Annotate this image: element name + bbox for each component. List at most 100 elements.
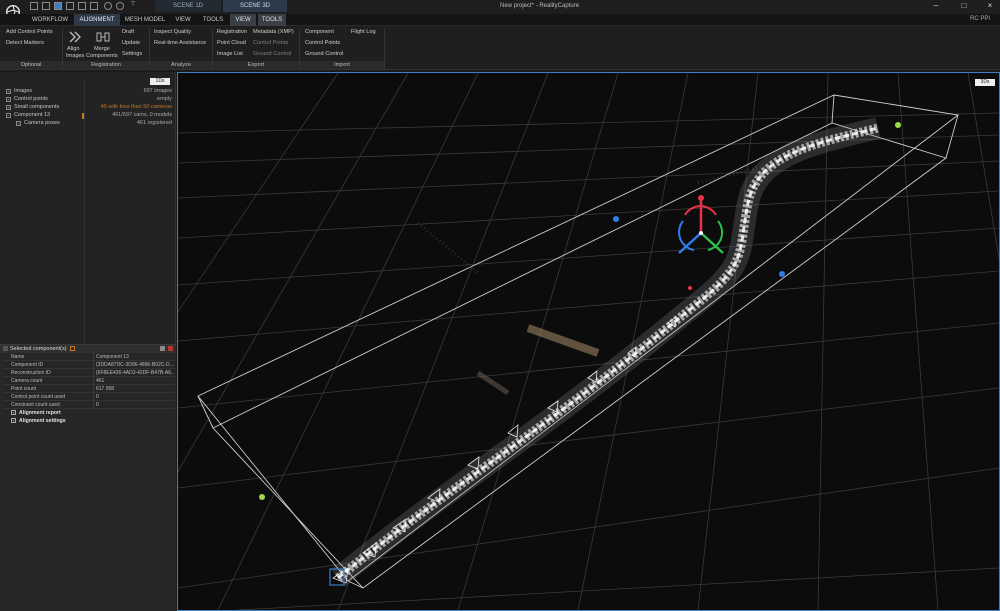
- align-images-icon: [69, 31, 81, 43]
- export-control-points-button[interactable]: Control Points: [253, 40, 288, 46]
- detect-markers-button[interactable]: Detect Markers: [6, 40, 44, 46]
- redo-icon[interactable]: [116, 2, 124, 10]
- layout-6-icon[interactable]: [90, 2, 98, 10]
- expand-icon[interactable]: +: [6, 89, 11, 94]
- group-label-registration: Registration: [63, 61, 149, 69]
- expand-icon[interactable]: +: [16, 121, 21, 126]
- project-tree-panel: 1Ds + Images 697 images + Control points…: [0, 72, 176, 344]
- layout-2-icon[interactable]: [42, 2, 50, 10]
- group-label-import: Import: [300, 61, 384, 69]
- tree-value-warning: 45 with less than 50 cameras: [100, 104, 172, 110]
- prop-value: 0: [96, 402, 99, 408]
- tab-scene-1d[interactable]: SCENE 1D: [155, 0, 221, 12]
- tree-row-control-points[interactable]: + Control points empty: [0, 96, 176, 104]
- close-icon[interactable]: ×: [984, 1, 996, 11]
- export-ground-control-button[interactable]: Ground Control: [253, 51, 291, 57]
- prop-row-control-point-count: Control point count used 0: [3, 393, 175, 401]
- expand-icon[interactable]: +: [6, 97, 11, 102]
- export-image-list-button[interactable]: Image List: [217, 51, 243, 57]
- box-handle-green-2[interactable]: [259, 494, 265, 500]
- scene-canvas[interactable]: [178, 73, 999, 610]
- expand-icon[interactable]: +: [11, 410, 16, 415]
- layout-4-icon[interactable]: [66, 2, 74, 10]
- viewport-mode-badge[interactable]: 3Ds: [975, 79, 995, 86]
- group-label-analyze: Analyze: [150, 61, 212, 69]
- menu-scene-tools[interactable]: TOOLS: [258, 14, 286, 26]
- collapse-icon[interactable]: −: [6, 113, 11, 118]
- scene-3d-viewport[interactable]: 3Ds: [177, 72, 1000, 611]
- prop-value[interactable]: {3DDA87DC-3D96-4896-B02C-D...: [96, 362, 174, 368]
- tree-panel-mode-badge[interactable]: 1Ds: [150, 78, 170, 85]
- selection-marker: [82, 113, 84, 119]
- layout-3-icon[interactable]: [54, 2, 62, 10]
- prop-value: 617 958: [96, 386, 115, 392]
- import-ground-control-button[interactable]: Ground Control: [305, 51, 343, 57]
- menu-bar: WORKFLOW ALIGNMENT MESH MODEL VIEW TOOLS…: [0, 14, 1000, 26]
- settings-button[interactable]: Settings: [122, 51, 142, 57]
- menu-scene-view[interactable]: VIEW: [230, 14, 256, 26]
- prop-value[interactable]: Component 13: [96, 354, 174, 360]
- prop-key: Control point count used: [11, 394, 66, 400]
- export-point-cloud-button[interactable]: Point Cloud: [217, 40, 246, 46]
- tree-row-small-components[interactable]: + Small components 45 with less than 50 …: [0, 104, 176, 112]
- prop-key: Camera count: [11, 378, 43, 384]
- menu-tools[interactable]: TOOLS: [198, 14, 228, 26]
- import-component-button[interactable]: Component: [305, 29, 334, 35]
- expand-icon[interactable]: +: [6, 105, 11, 110]
- section-title: Alignment settings: [19, 418, 66, 424]
- import-control-points-button[interactable]: Control Points: [305, 40, 340, 46]
- prop-key: Name: [11, 354, 25, 360]
- menu-workflow[interactable]: WORKFLOW: [26, 14, 74, 26]
- group-label-optional: Optional: [0, 61, 62, 69]
- prop-value[interactable]: {6F8EE426-4AD3-42DF-B47B-A6...: [96, 370, 174, 376]
- pin-panel-icon[interactable]: [70, 346, 75, 351]
- tree-label: Component 13: [14, 112, 51, 118]
- box-handle-blue-2[interactable]: [779, 271, 785, 277]
- tree-row-camera-poses[interactable]: + Camera poses 461 registered: [0, 120, 176, 128]
- menu-mesh-model[interactable]: MESH MODEL: [122, 14, 168, 26]
- add-control-points-button[interactable]: Add Control Points: [6, 29, 53, 35]
- import-flight-log-button[interactable]: Flight Log: [351, 29, 376, 35]
- expand-icon[interactable]: +: [11, 418, 16, 423]
- merge-components-icon: [96, 32, 110, 42]
- tree-row-images[interactable]: + Images 697 images: [0, 88, 176, 96]
- box-handle-green-1[interactable]: [895, 122, 901, 128]
- tree-row-component-13[interactable]: − Component 13 461/697 cams, 0 models: [0, 112, 176, 120]
- window-title: New project* - RealityCapture: [500, 3, 580, 9]
- draft-button[interactable]: Draft: [122, 29, 134, 35]
- rc-ppi-label: RC PPI: [969, 16, 990, 22]
- reconstruction-region-box[interactable]: [197, 94, 960, 589]
- export-registration-button[interactable]: Registration: [217, 29, 247, 35]
- layout-1-icon[interactable]: [30, 2, 38, 10]
- panel-restore-icon[interactable]: [160, 346, 165, 351]
- inspect-quality-button[interactable]: Inspect Quality: [154, 29, 191, 35]
- undo-icon[interactable]: [104, 2, 112, 10]
- export-metadata-button[interactable]: Metadata (XMP): [253, 29, 294, 35]
- tree-label: Camera poses: [24, 120, 60, 126]
- tree-label: Small components: [14, 104, 60, 110]
- layout-5-icon[interactable]: [78, 2, 86, 10]
- merge-components-button[interactable]: Merge: [94, 46, 110, 52]
- tree-value: 697 images: [143, 88, 172, 94]
- section-alignment-report[interactable]: + Alignment report: [3, 409, 175, 417]
- tree-value: 461 registered: [136, 120, 172, 126]
- box-handle-blue-1[interactable]: [613, 216, 619, 222]
- section-alignment-settings[interactable]: + Alignment settings: [3, 417, 175, 425]
- maximize-icon[interactable]: □: [958, 1, 970, 11]
- align-images-button[interactable]: Align: [67, 46, 79, 52]
- properties-title: Selected component(s): [10, 346, 67, 352]
- tree-label: Images: [14, 88, 33, 94]
- pin-icon[interactable]: ⊤: [130, 1, 138, 10]
- minimize-icon[interactable]: –: [930, 1, 942, 11]
- menu-view[interactable]: VIEW: [170, 14, 196, 26]
- update-button[interactable]: Update: [122, 40, 140, 46]
- panel-menu-icon[interactable]: [3, 346, 8, 351]
- prop-value: 0: [96, 394, 99, 400]
- properties-header: Selected component(s): [0, 345, 176, 353]
- tab-scene-3d[interactable]: SCENE 3D: [223, 0, 287, 12]
- realtime-assistance-button[interactable]: Real-time Assistance: [154, 40, 206, 46]
- menu-alignment[interactable]: ALIGNMENT: [74, 14, 120, 26]
- prop-row-name: Name Component 13: [3, 353, 175, 361]
- prop-key: Component ID: [11, 362, 44, 368]
- panel-close-icon[interactable]: [168, 346, 173, 351]
